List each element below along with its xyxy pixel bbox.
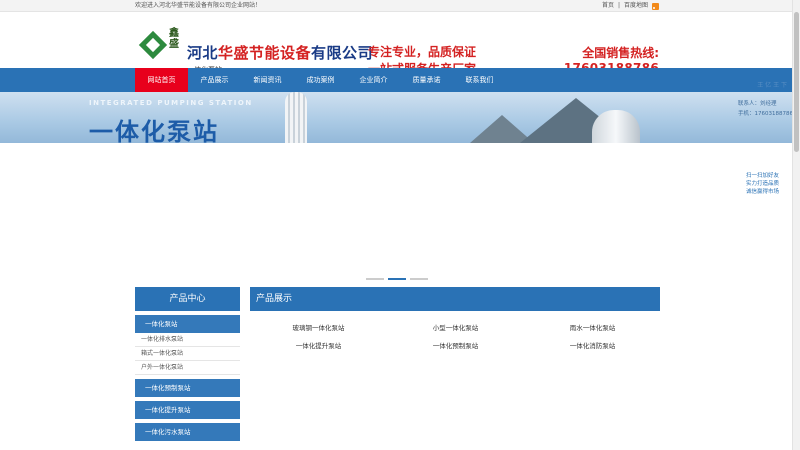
scrollbar-thumb[interactable] bbox=[794, 12, 799, 152]
link-separator: | bbox=[617, 2, 620, 9]
contact-phone: 手机：17603188786 bbox=[738, 111, 793, 117]
welcome-text: 欢迎进入河北华盛节能设备有限公司企业网站！ bbox=[135, 2, 262, 9]
product-link[interactable]: 一体化消防泵站 bbox=[524, 340, 661, 353]
product-grid: 玻璃钢一体化泵站 小型一体化泵站 雨水一体化泵站 一体化提升泵站 一体化预制泵站… bbox=[250, 322, 660, 353]
product-sidebar: 产品中心 一体化泵站 一体化排水泵站 箱式一体化泵站 户外一体化泵站 一体化预制… bbox=[135, 287, 240, 441]
nav-item-quality[interactable]: 质量承诺 bbox=[400, 68, 453, 92]
sidebar-category-sewage[interactable]: 一体化污水泵站 bbox=[135, 423, 240, 441]
qr-float-panel[interactable]: 扫一扫加好友 实力打造品质 诚信赢得市场 bbox=[746, 172, 779, 196]
sidebar-subitem[interactable]: 户外一体化泵站 bbox=[135, 361, 240, 375]
showcase-title: 产品展示 bbox=[250, 287, 660, 311]
product-link[interactable]: 玻璃钢一体化泵站 bbox=[250, 322, 387, 335]
banner-contact: 联系人：刘经理 手机：17603188786 bbox=[738, 99, 793, 119]
nav-item-about[interactable]: 企业简介 bbox=[347, 68, 400, 92]
banner-tower-image bbox=[285, 92, 307, 143]
sitemap-link[interactable]: 百度地图 bbox=[624, 1, 648, 11]
company-name-part1: 河北 bbox=[187, 44, 219, 62]
company-name: 河北华盛节能设备有限公司 bbox=[187, 42, 373, 63]
logo-chars: 鑫 盛 bbox=[163, 28, 185, 50]
company-name-highlight: 华盛节能设备 bbox=[218, 44, 312, 62]
logo-char-2: 盛 bbox=[169, 39, 179, 50]
banner-tank-image bbox=[592, 110, 640, 143]
sidebar-subitem[interactable]: 一体化排水泵站 bbox=[135, 333, 240, 347]
product-link[interactable]: 一体化预制泵站 bbox=[387, 340, 524, 353]
sidebar-category-prefab[interactable]: 一体化预制泵站 bbox=[135, 379, 240, 397]
slider-dot[interactable] bbox=[366, 278, 384, 280]
slider-dot[interactable] bbox=[410, 278, 428, 280]
sidebar-category-integrated[interactable]: 一体化泵站 bbox=[135, 315, 240, 333]
nav-item-contact[interactable]: 联系我们 bbox=[453, 68, 506, 92]
hotline-label: 全国销售热线: bbox=[582, 46, 659, 60]
slider-dot-active[interactable] bbox=[388, 278, 406, 280]
float-line-1: 扫一扫加好友 bbox=[746, 173, 780, 179]
slogan-line-1: 专注专业，品质保证 bbox=[368, 45, 477, 59]
product-showcase: 产品展示 玻璃钢一体化泵站 小型一体化泵站 雨水一体化泵站 一体化提升泵站 一体… bbox=[250, 287, 660, 353]
hero-banner[interactable]: INTEGRATED PUMPING STATION 一体化泵站 联系人：刘经理… bbox=[0, 92, 800, 143]
slider-pagination bbox=[366, 278, 428, 280]
nav-right-text: 王 亿 王 下 bbox=[757, 82, 787, 89]
product-link[interactable]: 小型一体化泵站 bbox=[387, 322, 524, 335]
banner-chinese-title: 一体化泵站 bbox=[89, 118, 219, 143]
banner-english-title: INTEGRATED PUMPING STATION bbox=[89, 99, 253, 107]
sidebar-title: 产品中心 bbox=[135, 287, 240, 311]
main-nav: 网站首页 产品展示 新闻资讯 成功案例 企业简介 质量承诺 联系我们 王 亿 王… bbox=[0, 68, 800, 92]
page-scrollbar[interactable] bbox=[792, 0, 800, 450]
sidebar-category-lift[interactable]: 一体化提升泵站 bbox=[135, 401, 240, 419]
nav-item-home[interactable]: 网站首页 bbox=[135, 68, 188, 92]
float-line-2: 实力打造品质 bbox=[746, 181, 780, 187]
company-name-part2: 有限公司 bbox=[311, 44, 374, 62]
top-bar: 欢迎进入河北华盛节能设备有限公司企业网站！ 首页 | 百度地图 bbox=[0, 0, 800, 12]
nav-item-products[interactable]: 产品展示 bbox=[188, 68, 241, 92]
logo-char-1: 鑫 bbox=[169, 28, 179, 39]
nav-item-cases[interactable]: 成功案例 bbox=[294, 68, 347, 92]
product-link[interactable]: 一体化提升泵站 bbox=[250, 340, 387, 353]
top-links: 首页 | 百度地图 bbox=[602, 1, 659, 11]
float-line-3: 诚信赢得市场 bbox=[746, 189, 780, 195]
site-header: 鑫 盛 河北华盛节能设备有限公司 一体化泵站 专注专业，品质保证 一站式服务生产… bbox=[0, 13, 800, 76]
homepage-link[interactable]: 首页 bbox=[602, 1, 614, 11]
nav-item-news[interactable]: 新闻资讯 bbox=[241, 68, 294, 92]
product-link[interactable]: 雨水一体化泵站 bbox=[524, 322, 661, 335]
rss-icon[interactable] bbox=[652, 2, 659, 10]
sidebar-subitem[interactable]: 箱式一体化泵站 bbox=[135, 347, 240, 361]
contact-person: 联系人：刘经理 bbox=[738, 101, 777, 107]
